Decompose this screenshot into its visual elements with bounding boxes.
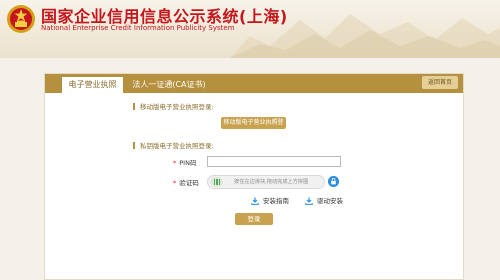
driver-install-link[interactable]: 驱动安装	[305, 195, 343, 205]
slider-hint: 按住左边滑块,拖动完成上方拼图	[234, 179, 309, 185]
required-asterisk: *	[173, 159, 177, 167]
section-marker	[133, 142, 135, 149]
pin-input[interactable]	[207, 156, 341, 167]
back-home-button[interactable]: 返回首页	[422, 76, 458, 89]
national-emblem-icon	[7, 5, 35, 33]
captcha-slider[interactable]: 按住左边滑块,拖动完成上方拼图	[207, 175, 325, 189]
slider-handle[interactable]	[210, 177, 223, 187]
install-guide-label: 安装指南	[263, 197, 289, 205]
private-section-heading: 私钥版电子营业执照登录:	[133, 140, 214, 150]
tab-electronic-license[interactable]: 电子营业执照	[62, 77, 123, 93]
download-icon	[305, 197, 313, 205]
captcha-label: * 验证码	[173, 177, 199, 187]
captcha-label-text: 验证码	[179, 179, 199, 187]
section-marker	[133, 103, 135, 110]
tab-ca-certificate[interactable]: 法人一证通(CA证书)	[129, 77, 209, 93]
mobile-section-heading: 移动版电子营业执照登录:	[133, 101, 214, 111]
pin-label-text: PIN码	[179, 159, 197, 167]
login-button[interactable]: 登录	[235, 213, 273, 225]
tab-bar: 电子营业执照 法人一证通(CA证书) 返回首页	[45, 74, 463, 93]
mobile-section-label: 移动版电子营业执照登录:	[140, 103, 214, 111]
download-icon	[251, 197, 259, 205]
pin-label: * PIN码	[173, 157, 196, 167]
driver-install-label: 驱动安装	[317, 197, 343, 205]
site-subtitle: National Enterprise Credit Information P…	[41, 24, 235, 32]
required-asterisk: *	[173, 179, 177, 187]
lock-icon	[328, 176, 339, 187]
mobile-license-login-button[interactable]: 移动版电子营业执照登录	[221, 117, 286, 138]
site-header: 国家企业信用信息公示系统(上海) National Enterprise Cre…	[0, 0, 500, 58]
private-section-label: 私钥版电子营业执照登录:	[140, 142, 214, 150]
login-card: 电子营业执照 法人一证通(CA证书) 返回首页 移动版电子营业执照登录: 移动版…	[44, 73, 464, 280]
install-guide-link[interactable]: 安装指南	[251, 195, 289, 205]
